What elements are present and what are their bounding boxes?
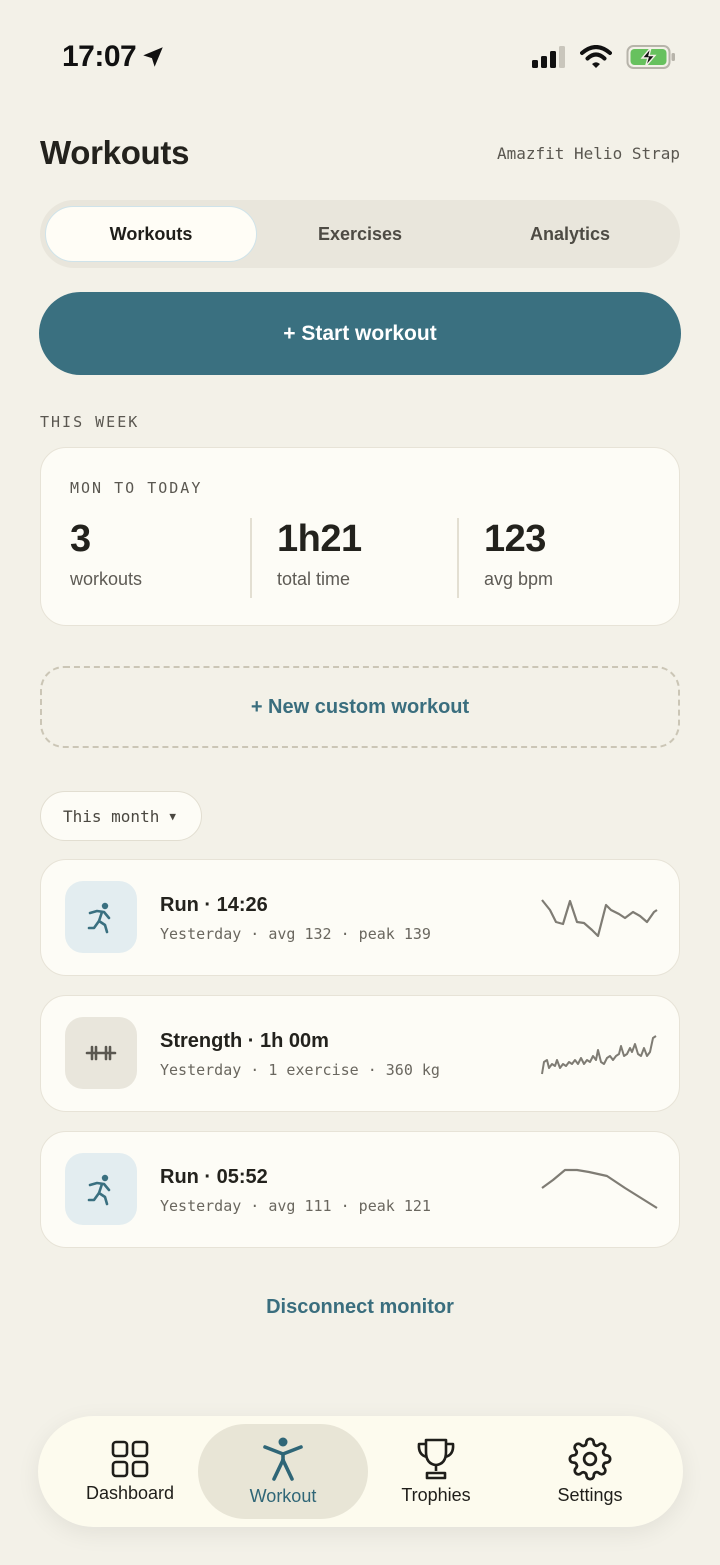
battery-charging-icon — [626, 45, 675, 69]
nav-label: Settings — [557, 1485, 623, 1505]
period-filter-value: This month — [63, 806, 160, 826]
workout-title: Run · 05:52 — [160, 1166, 268, 1188]
new-custom-workout-button[interactable]: + New custom workout — [40, 666, 680, 748]
workout-subtitle: Yesterday · avg 132 · peak 139 — [160, 925, 431, 943]
section-label-this-week: THIS WEEK — [40, 413, 140, 431]
stat-unit: total time — [277, 569, 351, 589]
nav-label: Dashboard — [85, 1483, 175, 1503]
stat-total-time: 1h21 total time — [277, 518, 362, 590]
workout-card[interactable]: Strength · 1h 00m Yesterday · 1 exercise… — [40, 995, 680, 1112]
workout-card[interactable]: Run · 05:52 Yesterday · avg 111 · peak 1… — [40, 1131, 680, 1248]
page-title: Workouts — [40, 134, 190, 171]
workout-subtitle: Yesterday · avg 111 · peak 121 — [160, 1197, 431, 1215]
tab-analytics[interactable]: Analytics — [464, 206, 676, 262]
heart-rate-sparkline — [541, 1168, 658, 1209]
bottom-navigation: Dashboard Workout Trophies Settings — [38, 1416, 683, 1527]
run-icon — [65, 1153, 137, 1225]
workout-icon — [263, 1437, 303, 1481]
nav-trophies[interactable]: Trophies — [351, 1424, 521, 1519]
segmented-tabs: Workouts Exercises Analytics — [40, 200, 680, 268]
start-workout-button[interactable]: + Start workout — [39, 292, 681, 375]
signal-icon — [532, 46, 565, 68]
location-arrow-icon — [140, 44, 166, 75]
stat-value: 1h21 — [277, 518, 362, 560]
nav-dashboard[interactable]: Dashboard — [45, 1424, 215, 1519]
dumbbell-icon — [65, 1017, 137, 1089]
tab-exercises[interactable]: Exercises — [254, 206, 466, 262]
workout-card[interactable]: Run · 14:26 Yesterday · avg 132 · peak 1… — [40, 859, 680, 976]
stat-value: 123 — [484, 518, 546, 560]
status-icons — [532, 44, 676, 70]
nav-label: Trophies — [401, 1485, 471, 1505]
heart-rate-sparkline — [541, 1035, 657, 1075]
connected-device-label: Amazfit Helio Strap — [496, 144, 680, 163]
stat-value: 3 — [70, 518, 91, 560]
wifi-icon — [580, 45, 612, 68]
range-label: MON TO TODAY — [70, 479, 203, 497]
workout-subtitle: Yesterday · 1 exercise · 360 kg — [160, 1061, 440, 1079]
workout-title: Strength · 1h 00m — [160, 1030, 329, 1052]
nav-settings[interactable]: Settings — [505, 1424, 675, 1519]
nav-label: Workout — [249, 1486, 317, 1506]
heart-rate-sparkline — [541, 899, 658, 938]
tab-workouts[interactable]: Workouts — [45, 206, 257, 262]
divider — [457, 518, 459, 598]
dashboard-icon — [111, 1440, 149, 1478]
weekly-summary-card: MON TO TODAY 3 workouts 1h21 total time … — [40, 447, 680, 626]
stat-workouts: 3 workouts — [70, 518, 142, 590]
stat-unit: avg bpm — [484, 569, 554, 589]
stat-unit: workouts — [70, 569, 143, 589]
divider — [250, 518, 252, 598]
gear-icon — [568, 1437, 612, 1481]
period-filter-dropdown[interactable]: This month ▼ — [40, 791, 202, 841]
trophy-icon — [417, 1438, 455, 1480]
stat-avg-bpm: 123 avg bpm — [484, 518, 553, 590]
caret-down-icon: ▼ — [169, 809, 176, 823]
run-icon — [65, 881, 137, 953]
status-time: 17:07 — [62, 40, 137, 73]
workout-title: Run · 14:26 — [160, 894, 268, 916]
nav-workout[interactable]: Workout — [198, 1424, 368, 1519]
disconnect-monitor-link[interactable]: Disconnect monitor — [0, 1296, 720, 1319]
